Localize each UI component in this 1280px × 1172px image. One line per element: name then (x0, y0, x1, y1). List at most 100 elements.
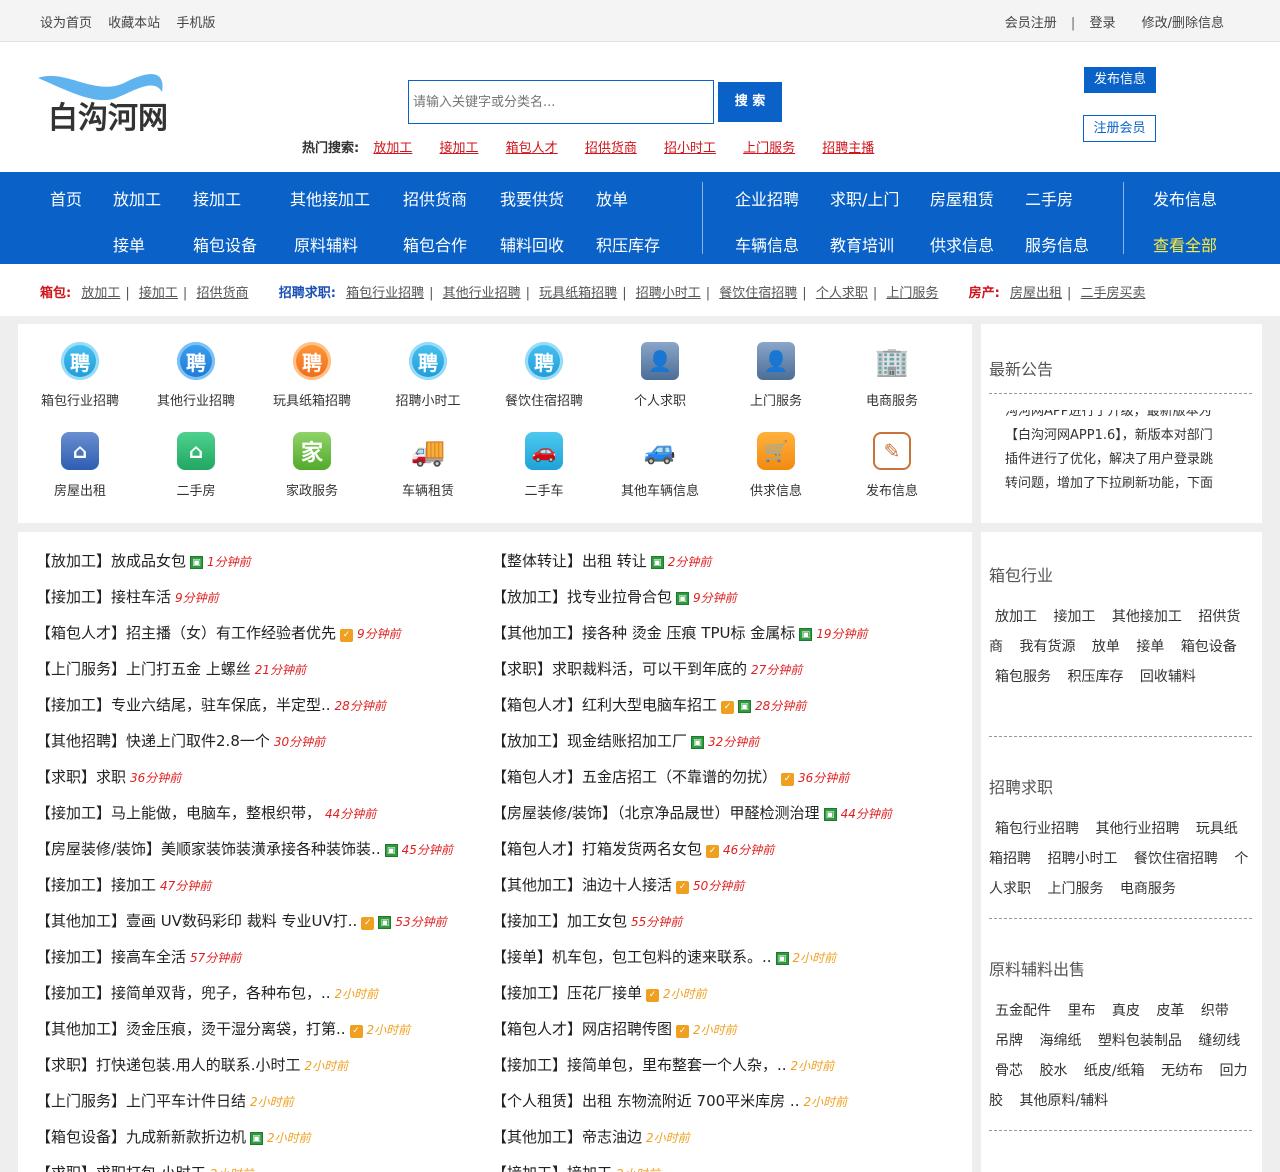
sidebar-link[interactable]: 回收辅料 (1140, 669, 1196, 685)
post-item[interactable]: 【其他加工】油边十人接活 ✓ 50分钟前 (492, 874, 744, 895)
subnav-link[interactable]: 招供货商 (196, 286, 248, 301)
sidebar-link[interactable]: 放单 (1092, 639, 1120, 655)
post-title[interactable]: 【放加工】找专业拉骨合包 (492, 588, 672, 606)
post-title[interactable]: 【求职】求职打包 小时工 (36, 1164, 206, 1172)
hot-link[interactable]: 招供货商 (585, 141, 637, 156)
sidebar-link[interactable]: 积压库存 (1067, 669, 1123, 685)
post-item[interactable]: 【箱包人才】打箱发货两名女包 ✓ 46分钟前 (492, 838, 774, 859)
sidebar-link[interactable]: 其他原料/辅料 (1019, 1093, 1108, 1109)
register-button[interactable]: 注册会员 (1083, 115, 1156, 142)
category-item[interactable]: 家 家政服务 (254, 432, 370, 499)
post-title[interactable]: 【求职】打快递包装.用人的联系.小时工 (36, 1056, 301, 1074)
post-title[interactable]: 【其他加工】帝志油边 (492, 1128, 642, 1146)
edit-info-link[interactable]: 修改/删除信息 (1142, 16, 1224, 31)
member-register-link[interactable]: 会员注册 (1005, 16, 1057, 31)
nav-item[interactable]: 企业招聘 (735, 186, 799, 210)
post-item[interactable]: 【接加工】压花厂接单 ✓ 2小时前 (492, 982, 707, 1003)
post-item[interactable]: 【放加工】找专业拉骨合包 ▣ 9分钟前 (492, 586, 737, 607)
post-title[interactable]: 【上门服务】上门打五金 上螺丝 (36, 660, 251, 678)
sidebar-link[interactable]: 里布 (1067, 1003, 1095, 1019)
post-title[interactable]: 【箱包人才】红利大型电脑车招工 (492, 696, 717, 714)
post-item[interactable]: 【整体转让】出租 转让 ▣ 2分钟前 (492, 550, 711, 571)
notice-scroller[interactable]: 沟河网APP进行了升级，最新版本为 【白沟河网APP1.6】，新版本对部门 插件… (1005, 410, 1255, 496)
sidebar-link[interactable]: 其他接加工 (1112, 609, 1182, 625)
sidebar-link[interactable]: 塑料包装制品 (1098, 1033, 1182, 1049)
nav-item[interactable]: 车辆信息 (735, 232, 799, 256)
hot-link[interactable]: 箱包人才 (506, 141, 558, 156)
login-link[interactable]: 登录 (1089, 16, 1115, 31)
sidebar-link[interactable]: 纸皮/纸箱 (1084, 1063, 1145, 1079)
nav-item[interactable]: 房屋租赁 (930, 186, 994, 210)
post-title[interactable]: 【接单】机车包，包工包料的速来联系。.. (492, 948, 772, 966)
post-title[interactable]: 【接加工】马上能做，电脑车，整根织带， (36, 804, 321, 822)
post-title[interactable]: 【房屋装修/装饰】（北京净品晟世）甲醛检测治理 (492, 804, 820, 822)
subnav-link[interactable]: 接加工 (139, 286, 178, 301)
subnav-link[interactable]: 房屋出租 (1010, 286, 1062, 301)
site-logo[interactable]: 白沟河网 (36, 68, 196, 144)
post-item[interactable]: 【上门服务】上门打五金 上螺丝 21分钟前 (36, 658, 306, 679)
post-title[interactable]: 【放加工】现金结账招加工厂 (492, 732, 687, 750)
post-title[interactable]: 【求职】求职裁料活，可以干到年底的 (492, 660, 747, 678)
post-title[interactable]: 【上门服务】上门平车计件日结 (36, 1092, 246, 1110)
post-item[interactable]: 【箱包人才】网店招聘传图 ✓ 2小时前 (492, 1018, 737, 1039)
sidebar-link[interactable]: 真皮 (1112, 1003, 1140, 1019)
nav-item[interactable]: 二手房 (1025, 186, 1073, 210)
post-title[interactable]: 【个人租赁】出租 东物流附近 700平米库房 .. (492, 1092, 799, 1110)
post-title[interactable]: 【接加工】压花厂接单 (492, 984, 642, 1002)
nav-item[interactable]: 教育培训 (830, 232, 894, 256)
category-item[interactable]: ✎ 发布信息 (834, 432, 950, 499)
nav-item[interactable]: 辅料回收 (500, 232, 564, 256)
post-item[interactable]: 【其他加工】帝志油边 2小时前 (492, 1126, 690, 1147)
category-item[interactable]: 聘 箱包行业招聘 (22, 342, 138, 409)
sidebar-link[interactable]: 接单 (1136, 639, 1164, 655)
category-item[interactable]: 聘 餐饮住宿招聘 (486, 342, 602, 409)
post-title[interactable]: 【其他加工】接各种 烫金 压痕 TPU标 金属标 (492, 624, 795, 642)
post-title[interactable]: 【箱包人才】五金店招工（不靠谱的勿扰） (492, 768, 777, 786)
post-item[interactable]: 【放加工】现金结账招加工厂 ▣ 32分钟前 (492, 730, 759, 751)
sidebar-link[interactable]: 胶水 (1039, 1063, 1067, 1079)
sidebar-link[interactable]: 吊牌 (995, 1033, 1023, 1049)
post-item[interactable]: 【房屋装修/装饰】美顺家装饰装潢承接各种装饰装.. ▣ 45分钟前 (36, 838, 453, 859)
search-button[interactable]: 搜 索 (718, 82, 782, 122)
subnav-link[interactable]: 玩具纸箱招聘 (539, 286, 617, 301)
nav-item[interactable]: 放加工 (113, 186, 161, 210)
post-title[interactable]: 【接加工】专业六结尾，驻车保底，半定型.. (36, 696, 331, 714)
nav-item[interactable]: 我要供货 (500, 186, 564, 210)
sidebar-link[interactable]: 海绵纸 (1039, 1033, 1081, 1049)
post-item[interactable]: 【接加工】加工女包 55分钟前 (492, 910, 682, 931)
post-item[interactable]: 【箱包设备】九成新新款折边机 ▣ 2小时前 (36, 1126, 311, 1147)
post-title[interactable]: 【箱包人才】打箱发货两名女包 (492, 840, 702, 858)
category-item[interactable]: 👤 上门服务 (718, 342, 834, 409)
hot-link[interactable]: 接加工 (440, 141, 479, 156)
category-item[interactable]: ⌂ 房屋出租 (22, 432, 138, 499)
post-item[interactable]: 【房屋装修/装饰】（北京净品晟世）甲醛检测治理 ▣ 44分钟前 (492, 802, 892, 823)
hot-link[interactable]: 上门服务 (743, 141, 795, 156)
post-title[interactable]: 【接加工】接高车全活 (36, 948, 186, 966)
post-item[interactable]: 【接加工】接高车全活 57分钟前 (36, 946, 241, 967)
subnav-link[interactable]: 招聘小时工 (636, 286, 701, 301)
post-title[interactable]: 【放加工】放成品女包 (36, 552, 186, 570)
post-title[interactable]: 【接加工】接柱车活 (36, 588, 171, 606)
subnav-link[interactable]: 放加工 (81, 286, 120, 301)
post-title[interactable]: 【接加工】接加工 (492, 1164, 612, 1172)
subnav-link[interactable]: 箱包行业招聘 (346, 286, 424, 301)
category-item[interactable]: ⌂ 二手房 (138, 432, 254, 499)
category-item[interactable]: 🛒 供求信息 (718, 432, 834, 499)
category-item[interactable]: 聘 其他行业招聘 (138, 342, 254, 409)
sidebar-link[interactable]: 五金配件 (995, 1003, 1051, 1019)
sidebar-link[interactable]: 缝纫线 (1198, 1033, 1240, 1049)
nav-item[interactable]: 供求信息 (930, 232, 994, 256)
post-item[interactable]: 【接加工】专业六结尾，驻车保底，半定型.. 28分钟前 (36, 694, 386, 715)
sidebar-link[interactable]: 其他行业招聘 (1095, 821, 1179, 837)
post-title[interactable]: 【其他招聘】快递上门取件2.8一个 (36, 732, 270, 750)
sidebar-link[interactable]: 箱包设备 (1181, 639, 1237, 655)
post-title[interactable]: 【接加工】接加工 (36, 876, 156, 894)
nav-item[interactable]: 招供货商 (403, 186, 467, 210)
post-item[interactable]: 【接加工】马上能做，电脑车，整根织带， 44分钟前 (36, 802, 376, 823)
bookmark-link[interactable]: 收藏本站 (108, 16, 160, 31)
post-item[interactable]: 【求职】打快递包装.用人的联系.小时工 2小时前 (36, 1054, 348, 1075)
category-item[interactable]: 聘 玩具纸箱招聘 (254, 342, 370, 409)
subnav-link[interactable]: 二手房买卖 (1081, 286, 1146, 301)
mobile-link[interactable]: 手机版 (176, 16, 215, 31)
post-item[interactable]: 【箱包人才】招主播（女）有工作经验者优先 ✓ 9分钟前 (36, 622, 401, 643)
